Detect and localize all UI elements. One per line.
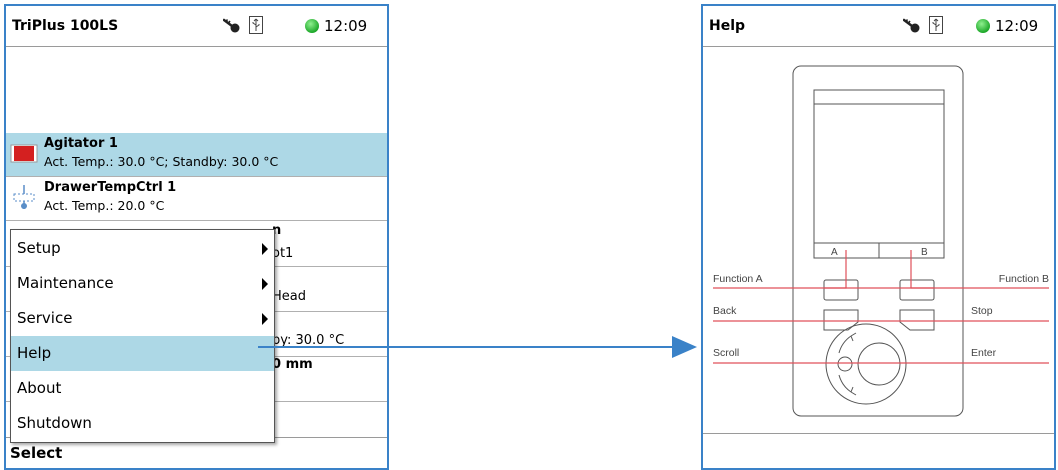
drawer-temp-icon (13, 185, 35, 209)
function-b-label: Function B (999, 273, 1049, 285)
key-a-label: A (831, 247, 838, 258)
module-name: DrawerTempCtrl 1 (44, 180, 177, 195)
arrowhead-icon (672, 336, 697, 358)
menu-item-setup[interactable]: Setup (11, 231, 274, 266)
menu-item-label: Help (17, 344, 52, 362)
menu-item-label: About (17, 379, 62, 397)
module-row-agitator[interactable]: Agitator 1 Act. Temp.: 30.0 °C; Standby:… (6, 133, 387, 177)
page-title: Help (709, 18, 746, 34)
status-indicator-icon (976, 19, 990, 33)
menu-item-label: Setup (17, 239, 61, 257)
softkey-bar (703, 433, 1054, 468)
clock: 12:09 (324, 17, 368, 35)
select-softkey-label[interactable]: Select (10, 444, 62, 462)
menu-item-shutdown[interactable]: Shutdown (11, 406, 274, 441)
menu-item-label: Service (17, 309, 73, 327)
key-b-label: B (921, 247, 928, 258)
module-row-drawer-temp[interactable]: DrawerTempCtrl 1 Act. Temp.: 20.0 °C (6, 177, 387, 221)
device-keypad-diagram: A B Function A Function B Back Stop Scro… (713, 65, 1049, 417)
back-label: Back (713, 305, 737, 317)
status-bar: TriPlus 100LS 12:09 (6, 6, 387, 47)
partial-text: by: 30.0 °C (272, 333, 345, 348)
key-icon (903, 18, 920, 33)
usb-icon (929, 16, 943, 34)
submenu-arrow-icon (262, 313, 268, 325)
function-a-label: Function A (713, 273, 763, 285)
usb-icon (249, 16, 263, 34)
menu-item-maintenance[interactable]: Maintenance (11, 266, 274, 301)
partial-text: Head (272, 289, 306, 304)
partial-text: 0 mm (272, 357, 313, 372)
menu-item-label: Shutdown (17, 414, 92, 432)
context-menu: Setup Maintenance Service Help About Shu… (10, 229, 275, 443)
menu-item-service[interactable]: Service (11, 301, 274, 336)
key-icon (223, 18, 240, 33)
submenu-arrow-icon (262, 278, 268, 290)
menu-item-label: Maintenance (17, 274, 114, 292)
module-detail: Act. Temp.: 20.0 °C (44, 198, 165, 213)
clock: 12:09 (995, 17, 1039, 35)
right-screen: Help 12:09 A B Function A Function B Bac… (701, 4, 1056, 470)
scroll-label: Scroll (713, 347, 739, 359)
status-bar: Help 12:09 (703, 6, 1054, 47)
agitator-heater-icon (10, 144, 38, 163)
stop-label: Stop (971, 305, 993, 317)
submenu-arrow-icon (262, 243, 268, 255)
left-screen: TriPlus 100LS 12:09 Agitator 1 Act. Temp… (4, 4, 389, 470)
partial-text: ot1 (272, 246, 294, 261)
module-name: Agitator 1 (44, 136, 118, 151)
menu-item-help[interactable]: Help (11, 336, 274, 371)
device-title: TriPlus 100LS (12, 18, 119, 34)
menu-item-about[interactable]: About (11, 371, 274, 406)
enter-label: Enter (971, 347, 997, 359)
module-detail: Act. Temp.: 30.0 °C; Standby: 30.0 °C (44, 154, 279, 169)
status-indicator-icon (305, 19, 319, 33)
